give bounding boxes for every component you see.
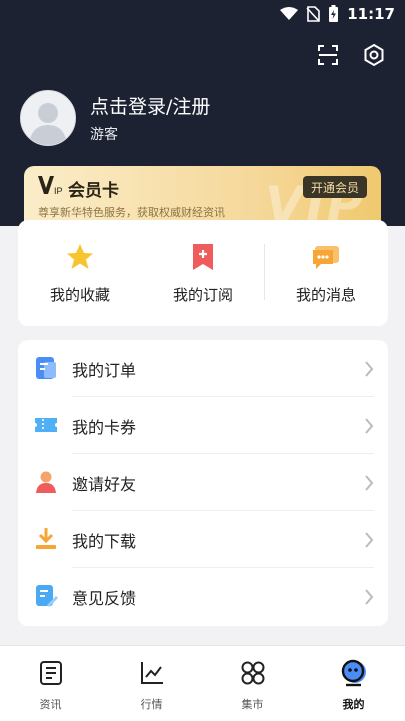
news-icon bbox=[39, 661, 62, 685]
menu-item-feedback[interactable]: 意见反馈 bbox=[18, 568, 388, 625]
quick-action-messages[interactable]: 我的消息 bbox=[264, 242, 388, 305]
chevron-right-icon bbox=[365, 361, 374, 377]
bottom-tab-bar: 资讯 行情 集市 我的 bbox=[0, 645, 405, 721]
market-icon bbox=[140, 662, 163, 684]
tab-news[interactable]: 资讯 bbox=[0, 656, 101, 712]
quick-action-favorites[interactable]: 我的收藏 bbox=[18, 242, 142, 305]
star-icon bbox=[67, 244, 93, 269]
menu-item-orders[interactable]: 我的订单 bbox=[18, 340, 388, 397]
profile-icon bbox=[341, 659, 366, 687]
quick-action-label: 我的订阅 bbox=[172, 286, 233, 304]
bazaar-icon bbox=[241, 661, 264, 685]
quick-action-label: 我的收藏 bbox=[49, 286, 110, 304]
scan-icon[interactable] bbox=[315, 42, 341, 68]
battery-charging-icon bbox=[329, 5, 339, 22]
wifi-icon bbox=[280, 7, 299, 20]
status-bar: 11:17 bbox=[0, 0, 405, 30]
subscribe-icon bbox=[193, 244, 213, 270]
vip-logo-icon: IP bbox=[38, 176, 63, 196]
login-register-link[interactable]: 点击登录/注册 bbox=[90, 92, 210, 119]
menu-item-label: 我的下载 bbox=[72, 532, 137, 551]
order-icon bbox=[36, 357, 56, 379]
quick-action-label: 我的消息 bbox=[295, 286, 356, 304]
menu-item-invite[interactable]: 邀请好友 bbox=[18, 454, 388, 511]
svg-text:IP: IP bbox=[54, 186, 63, 196]
user-status: 游客 bbox=[90, 127, 118, 143]
status-icons: 11:17 bbox=[280, 5, 395, 23]
chevron-right-icon bbox=[365, 532, 374, 548]
menu-item-coupons[interactable]: 我的卡券 bbox=[18, 397, 388, 454]
menu-item-label: 我的卡券 bbox=[72, 418, 137, 437]
vip-description: 尊享新华特色服务，获取权威财经资讯 bbox=[38, 206, 225, 219]
download-icon bbox=[36, 528, 56, 549]
settings-icon[interactable] bbox=[361, 42, 387, 68]
menu-item-label: 我的订单 bbox=[72, 361, 137, 380]
chevron-right-icon bbox=[365, 589, 374, 605]
tab-label: 我的 bbox=[342, 698, 365, 711]
quick-actions-card: 我的收藏 我的订阅 我的消息 bbox=[18, 220, 388, 326]
avatar[interactable] bbox=[20, 90, 76, 146]
quick-action-subscriptions[interactable]: 我的订阅 bbox=[141, 242, 265, 305]
chevron-right-icon bbox=[365, 475, 374, 491]
chevron-right-icon bbox=[365, 418, 374, 434]
menu-item-downloads[interactable]: 我的下载 bbox=[18, 511, 388, 568]
status-time: 11:17 bbox=[347, 5, 395, 23]
invite-icon bbox=[36, 471, 56, 493]
coupon-icon bbox=[35, 418, 57, 432]
menu-item-label: 意见反馈 bbox=[72, 589, 137, 608]
message-icon bbox=[313, 246, 339, 269]
menu-list: 我的订单 我的卡券 邀请好友 我的下载 意见反馈 bbox=[18, 340, 388, 626]
top-actions bbox=[315, 42, 387, 68]
tab-label: 资讯 bbox=[39, 698, 62, 711]
feedback-icon bbox=[36, 585, 58, 607]
tab-profile[interactable]: 我的 bbox=[303, 656, 404, 712]
open-vip-button[interactable]: 开通会员 bbox=[302, 176, 367, 198]
tab-label: 行情 bbox=[140, 698, 163, 711]
vip-title: 会员卡 bbox=[68, 181, 119, 201]
tab-bazaar[interactable]: 集市 bbox=[202, 656, 303, 712]
tab-market[interactable]: 行情 bbox=[101, 656, 202, 712]
no-sim-icon bbox=[306, 6, 321, 22]
menu-item-label: 邀请好友 bbox=[72, 475, 137, 494]
tab-label: 集市 bbox=[241, 698, 264, 711]
